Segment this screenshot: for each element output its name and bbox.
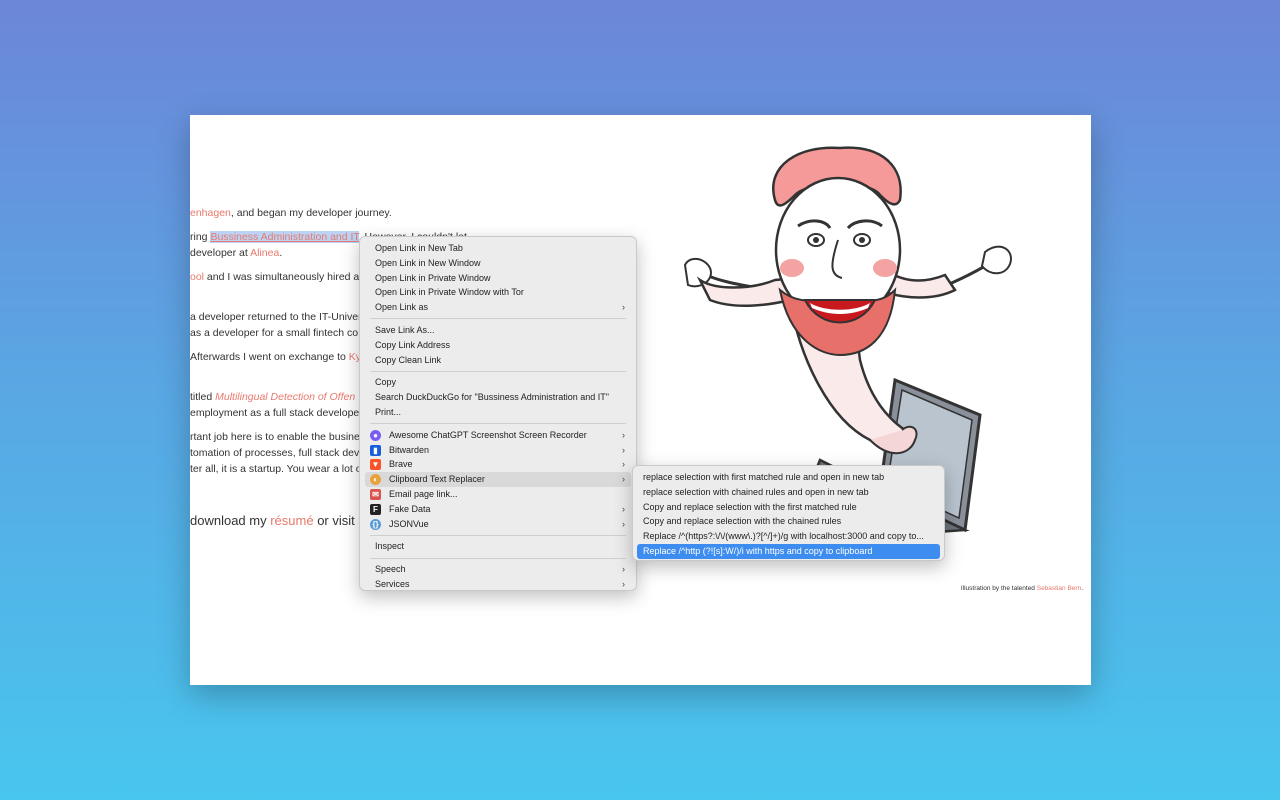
menu-copy-link-address[interactable]: Copy Link Address	[365, 338, 631, 353]
school-link[interactable]: ool	[190, 271, 204, 283]
email-icon: ✉	[370, 488, 381, 500]
chevron-right-icon: ›	[622, 503, 625, 514]
menu-ext-jsonvue[interactable]: {} JSONVue ›	[365, 517, 631, 532]
menu-ext-label: Bitwarden	[389, 444, 430, 455]
menu-ext-brave[interactable]: ▼ Brave ›	[365, 457, 631, 472]
chevron-right-icon: ›	[622, 444, 625, 455]
chevron-right-icon: ›	[622, 474, 625, 485]
menu-separator	[370, 423, 626, 425]
text-line-4: ool and I was simultaneously hired a	[190, 271, 360, 283]
menu-ext-fake-data[interactable]: F Fake Data ›	[365, 502, 631, 517]
submenu-replace-https[interactable]: Replace /^http (?![s]:W/)/i with https a…	[637, 543, 940, 559]
menu-separator	[370, 370, 626, 372]
text-line-9: employment as a full stack develope	[190, 407, 360, 419]
alinea-link[interactable]: Alinea	[250, 247, 279, 259]
submenu-copy-replace-chained[interactable]: Copy and replace selection with the chai…	[637, 514, 940, 529]
menu-separator	[370, 318, 626, 320]
menu-ext-email-page-link[interactable]: ✉ Email page link...	[365, 487, 631, 502]
text-line-12: ter all, it is a startup. You wear a lot…	[190, 463, 362, 475]
brave-lion-icon: ▼	[370, 459, 381, 471]
chatgpt-recorder-icon: ●	[370, 429, 381, 441]
menu-ext-label: Clipboard Text Replacer	[389, 474, 485, 485]
menu-open-link-as[interactable]: Open Link as ›	[365, 300, 631, 315]
menu-copy-clean-link[interactable]: Copy Clean Link	[365, 353, 631, 368]
menu-open-private-window[interactable]: Open Link in Private Window	[365, 271, 631, 286]
menu-copy[interactable]: Copy	[365, 375, 631, 390]
menu-print[interactable]: Print...	[365, 405, 631, 420]
menu-ext-label: Fake Data	[389, 503, 431, 514]
menu-ext-label: Brave	[389, 459, 413, 470]
menu-separator	[370, 557, 626, 559]
chevron-right-icon: ›	[622, 459, 625, 470]
text-line-3: developer at Alinea.	[190, 247, 283, 259]
text-line-7: Afterwards I went on exchange to Ky	[190, 351, 362, 363]
menu-inspect[interactable]: Inspect	[365, 539, 631, 554]
menu-open-private-tor[interactable]: Open Link in Private Window with Tor	[365, 285, 631, 300]
illustrator-link[interactable]: Sebastian Bern	[1037, 585, 1081, 592]
menu-ext-label: JSONVue	[389, 518, 429, 529]
menu-open-link-as-label: Open Link as	[375, 302, 429, 313]
menu-ext-label: Email page link...	[389, 488, 458, 499]
chevron-right-icon: ›	[622, 518, 625, 529]
fake-data-icon: F	[370, 503, 381, 515]
illustration-credit: Illustration by the talented Sebastian B…	[960, 585, 1083, 592]
text-line-10: rtant job here is to enable the busine	[190, 431, 360, 443]
submenu-replace-localhost[interactable]: Replace /^(https?:\/\/(www\.)?[^/]+)/g w…	[637, 529, 940, 544]
menu-separator	[370, 534, 626, 536]
menu-services[interactable]: Services ›	[365, 577, 631, 592]
text-line-6: as a developer for a small fintech co	[190, 327, 359, 339]
chevron-right-icon: ›	[622, 564, 625, 575]
submenu-replace-first-open-tab[interactable]: replace selection with first matched rul…	[637, 470, 940, 485]
menu-ext-clipboard-replacer[interactable]: ◐ Clipboard Text Replacer ›	[365, 472, 631, 487]
menu-search-duckduckgo[interactable]: Search DuckDuckGo for "Bussiness Adminis…	[365, 390, 631, 405]
chevron-right-icon: ›	[622, 429, 625, 440]
text-line-1: enhagen, and began my developer journey.	[190, 207, 392, 219]
chevron-right-icon: ›	[622, 302, 625, 313]
bitwarden-icon: ▮	[370, 444, 381, 456]
chevron-right-icon: ›	[622, 578, 625, 589]
text-line-11: tomation of processes, full stack dev	[190, 447, 360, 459]
context-menu: Open Link in New Tab Open Link in New Wi…	[359, 236, 637, 591]
copenhagen-link[interactable]: enhagen	[190, 207, 231, 219]
menu-services-label: Services	[375, 578, 410, 589]
menu-speech[interactable]: Speech ›	[365, 562, 631, 577]
text-line-5: a developer returned to the IT-Univer	[190, 311, 362, 323]
selected-link[interactable]: Bussiness Administration and IT	[210, 231, 359, 243]
clipboard-replacer-icon: ◐	[370, 474, 381, 486]
menu-open-new-window[interactable]: Open Link in New Window	[365, 256, 631, 271]
resume-link[interactable]: résumé	[270, 513, 313, 528]
menu-ext-bitwarden[interactable]: ▮ Bitwarden ›	[365, 443, 631, 458]
cta-line: download my résumé or visit m	[190, 513, 370, 528]
thesis-link[interactable]: Multilingual Detection of Offen	[215, 391, 355, 403]
menu-speech-label: Speech	[375, 564, 406, 575]
menu-ext-label: Awesome ChatGPT Screenshot Screen Record…	[389, 429, 587, 440]
submenu-replace-chained-open-tab[interactable]: replace selection with chained rules and…	[637, 485, 940, 500]
menu-ext-chatgpt-recorder[interactable]: ● Awesome ChatGPT Screenshot Screen Reco…	[365, 428, 631, 443]
text-line-8: titled Multilingual Detection of Offen	[190, 391, 356, 403]
jsonvue-icon: {}	[370, 518, 381, 530]
menu-open-new-tab[interactable]: Open Link in New Tab	[365, 241, 631, 256]
clipboard-replacer-submenu: replace selection with first matched rul…	[632, 465, 945, 561]
menu-save-link-as[interactable]: Save Link As...	[365, 323, 631, 338]
submenu-copy-replace-first[interactable]: Copy and replace selection with the firs…	[637, 500, 940, 515]
